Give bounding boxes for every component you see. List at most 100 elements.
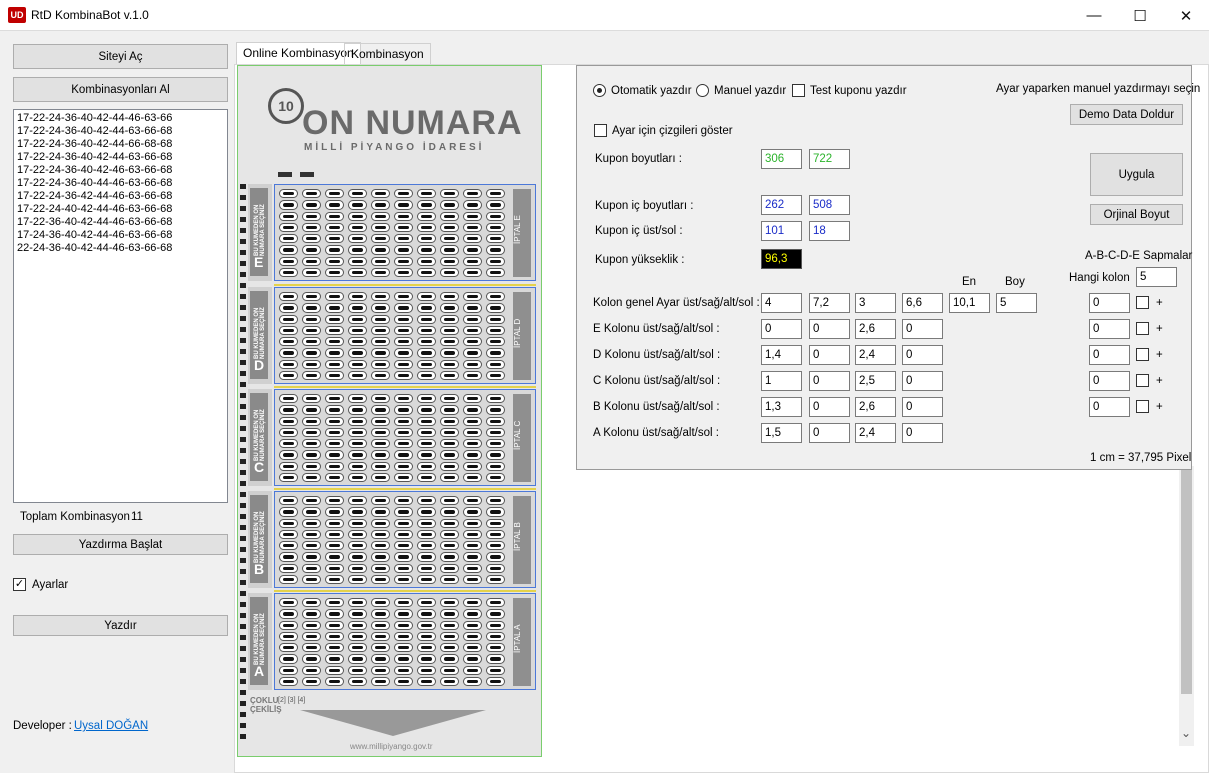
deviation-plus-checkbox[interactable] [1136, 374, 1149, 387]
tab-kombinasyon[interactable]: Kombinasyon [344, 43, 431, 65]
maximize-button[interactable]: ☐ [1117, 0, 1163, 31]
inner-top-field[interactable]: 101 [761, 221, 802, 241]
d-bottom-field[interactable]: 2,4 [855, 345, 896, 365]
list-item[interactable]: 17-22-24-36-40-42-44-63-66-68 [17, 125, 224, 138]
demo-data-button[interactable]: Demo Data Doldur [1070, 104, 1183, 125]
test-print-option[interactable]: Test kuponu yazdır [792, 84, 907, 97]
get-combinations-button[interactable]: Kombinasyonları Al [13, 77, 228, 102]
d-right-field[interactable]: 0 [809, 345, 850, 365]
minimize-button[interactable]: — [1071, 0, 1117, 31]
developer-link[interactable]: Uysal DOĞAN [74, 720, 148, 732]
show-lines-option[interactable]: Ayar için çizgileri göster [594, 124, 733, 137]
a-bottom-field[interactable]: 2,4 [855, 423, 896, 443]
number-bubble [486, 541, 505, 551]
inner-height-field[interactable]: 508 [809, 195, 850, 215]
number-bubble [394, 676, 413, 686]
deviation-plus-option[interactable]: + [1136, 322, 1163, 335]
deviation-field[interactable]: 0 [1089, 293, 1130, 313]
print-button[interactable]: Yazdır [13, 615, 228, 636]
b-right-field[interactable]: 0 [809, 397, 850, 417]
close-button[interactable]: ✕ [1163, 0, 1209, 31]
combination-list[interactable]: 17-22-24-36-40-42-44-46-63-66 17-22-24-3… [13, 109, 228, 503]
list-item[interactable]: 17-22-24-36-40-44-46-63-66-68 [17, 177, 224, 190]
list-item[interactable]: 17-22-24-36-40-42-44-63-66-68 [17, 151, 224, 164]
which-column-field[interactable]: 5 [1136, 267, 1177, 287]
deviation-plus-option[interactable]: + [1136, 348, 1163, 361]
general-top-field[interactable]: 4 [761, 293, 802, 313]
auto-print-radio[interactable] [593, 84, 606, 97]
general-right-field[interactable]: 7,2 [809, 293, 850, 313]
open-site-button[interactable]: Siteyi Aç [13, 44, 228, 69]
test-print-checkbox[interactable] [792, 84, 805, 97]
deviation-plus-checkbox[interactable] [1136, 296, 1149, 309]
number-bubble [394, 665, 413, 675]
e-top-field[interactable]: 0 [761, 319, 802, 339]
list-item[interactable]: 17-22-24-36-40-42-44-46-63-66 [17, 112, 224, 125]
deviation-field[interactable]: 0 [1089, 371, 1130, 391]
a-left-field[interactable]: 0 [902, 423, 943, 443]
e-right-field[interactable]: 0 [809, 319, 850, 339]
number-bubble [348, 643, 367, 653]
deviation-field[interactable]: 0 [1089, 345, 1130, 365]
list-item[interactable]: 17-22-24-36-40-42-46-63-66-68 [17, 164, 224, 177]
original-size-button[interactable]: Orjinal Boyut [1090, 204, 1183, 225]
number-bubble [279, 439, 298, 449]
auto-print-option[interactable]: Otomatik yazdır [593, 84, 692, 97]
list-item[interactable]: 17-22-36-40-42-44-46-63-66-68 [17, 216, 224, 229]
deviation-plus-option[interactable]: + [1136, 374, 1163, 387]
list-item[interactable]: 17-24-36-40-42-44-46-63-66-68 [17, 229, 224, 242]
c-bottom-field[interactable]: 2,5 [855, 371, 896, 391]
d-top-field[interactable]: 1,4 [761, 345, 802, 365]
number-bubble [325, 507, 344, 517]
show-lines-checkbox[interactable] [594, 124, 607, 137]
deviation-field[interactable]: 0 [1089, 319, 1130, 339]
coupon-height-value-field[interactable]: 96,3 [761, 249, 802, 269]
number-bubble [371, 439, 390, 449]
list-item[interactable]: 22-24-36-40-42-44-46-63-66-68 [17, 242, 224, 255]
deviation-plus-option[interactable]: + [1136, 400, 1163, 413]
general-bottom-field[interactable]: 3 [855, 293, 896, 313]
apply-button[interactable]: Uygula [1090, 153, 1183, 196]
c-top-field[interactable]: 1 [761, 371, 802, 391]
number-bubble [302, 427, 321, 437]
e-bottom-field[interactable]: 2,6 [855, 319, 896, 339]
deviation-plus-option[interactable]: + [1136, 296, 1163, 309]
number-bubble [486, 348, 505, 358]
scroll-down-icon[interactable]: ⌄ [1181, 726, 1191, 740]
c-right-field[interactable]: 0 [809, 371, 850, 391]
number-bubble [348, 427, 367, 437]
list-item[interactable]: 17-22-24-36-40-42-44-66-68-68 [17, 138, 224, 151]
a-top-field[interactable]: 1,5 [761, 423, 802, 443]
deviation-plus-checkbox[interactable] [1136, 322, 1149, 335]
deviation-field[interactable]: 0 [1089, 397, 1130, 417]
c-left-field[interactable]: 0 [902, 371, 943, 391]
list-item[interactable]: 17-22-24-36-42-44-46-63-66-68 [17, 190, 224, 203]
general-en-field[interactable]: 10,1 [949, 293, 990, 313]
manual-print-option[interactable]: Manuel yazdır [696, 84, 786, 97]
coupon-width-field[interactable]: 306 [761, 149, 802, 169]
start-print-button[interactable]: Yazdırma Başlat [13, 534, 228, 555]
general-boy-field[interactable]: 5 [996, 293, 1037, 313]
coupon-mark [278, 172, 292, 177]
tab-online-kombinasyon[interactable]: Online Kombinasyon [236, 42, 361, 66]
inner-left-field[interactable]: 18 [809, 221, 850, 241]
b-left-field[interactable]: 0 [902, 397, 943, 417]
manual-print-radio[interactable] [696, 84, 709, 97]
number-bubble [371, 348, 390, 358]
list-item[interactable]: 17-22-24-40-42-44-46-63-66-68 [17, 203, 224, 216]
b-bottom-field[interactable]: 2,6 [855, 397, 896, 417]
scrollbar-thumb[interactable] [1181, 468, 1192, 694]
e-left-field[interactable]: 0 [902, 319, 943, 339]
settings-checkbox-row[interactable]: ✓ Ayarlar [13, 578, 68, 591]
deviation-plus-checkbox[interactable] [1136, 348, 1149, 361]
a-right-field[interactable]: 0 [809, 423, 850, 443]
deviation-plus-checkbox[interactable] [1136, 400, 1149, 413]
b-top-field[interactable]: 1,3 [761, 397, 802, 417]
inner-width-field[interactable]: 262 [761, 195, 802, 215]
d-left-field[interactable]: 0 [902, 345, 943, 365]
coupon-column-a: BU KÜMEDEN ON NUMARA SEÇİNİZ A İPTAL A [248, 593, 540, 693]
general-left-field[interactable]: 6,6 [902, 293, 943, 313]
number-bubble [325, 211, 344, 221]
coupon-height-field[interactable]: 722 [809, 149, 850, 169]
settings-checkbox[interactable]: ✓ [13, 578, 26, 591]
